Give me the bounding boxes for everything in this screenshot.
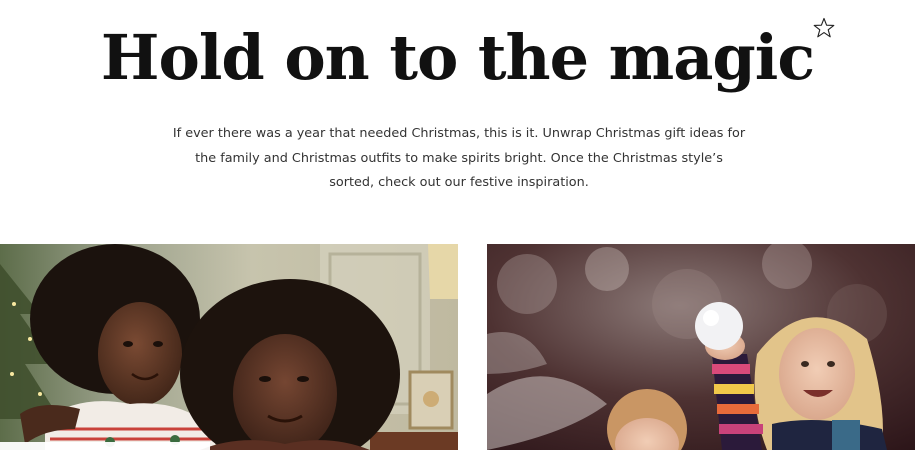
promo-tile-family[interactable] <box>0 244 458 450</box>
star-icon[interactable] <box>812 17 836 39</box>
hero-section: Hold on to the magic If ever there was a… <box>0 0 915 230</box>
kids-snowball-photo <box>487 244 915 450</box>
family-photo <box>0 244 458 450</box>
intro-paragraph: If ever there was a year that needed Chr… <box>172 126 746 190</box>
page-title: Hold on to the magic <box>100 21 815 94</box>
promo-tile-outdoors[interactable] <box>487 244 915 450</box>
